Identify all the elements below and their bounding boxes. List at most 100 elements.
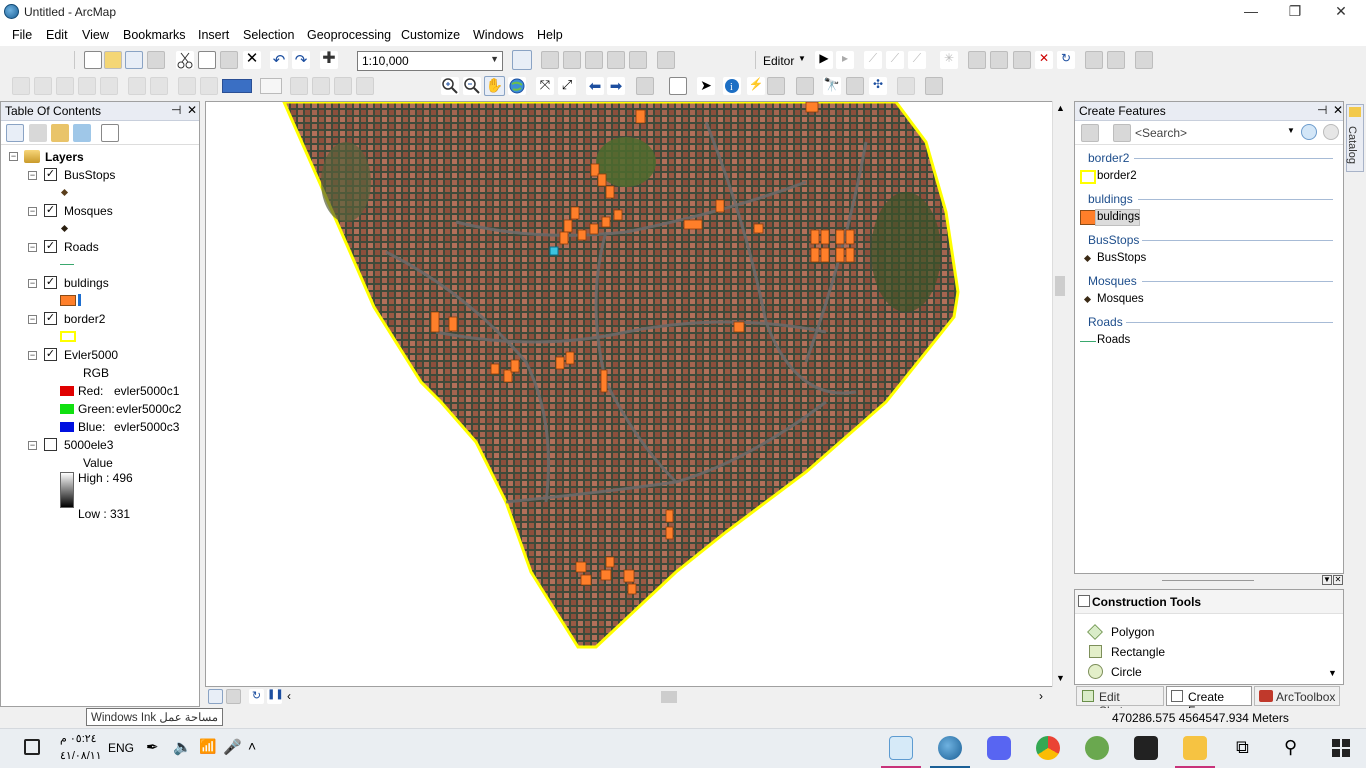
toc-layer-busstops[interactable]: BusStops — [64, 168, 115, 182]
border2-collapse-icon[interactable]: − — [28, 315, 37, 324]
scroll-down-icon[interactable]: ▼ — [1328, 668, 1337, 678]
endpoint-arc-icon[interactable]: ⟋ — [886, 51, 904, 69]
select-elements-arrow-icon[interactable]: ➤ — [697, 77, 715, 95]
straight-segment-icon[interactable]: ⟋ — [864, 51, 882, 69]
menu-bookmarks[interactable]: Bookmarks — [123, 28, 186, 42]
pin-icon[interactable]: ⊣ — [171, 103, 181, 117]
rotate-tool-icon[interactable]: ↻ — [1057, 51, 1075, 69]
toc-root-layers[interactable]: Layers — [45, 150, 84, 164]
scroll-down-icon[interactable]: ▼ — [1056, 673, 1065, 683]
5000ele3-visibility-checkbox[interactable] — [44, 438, 57, 451]
menu-edit[interactable]: Edit — [46, 28, 68, 42]
template-buldings[interactable]: buldings — [1097, 211, 1140, 223]
buldings-visibility-checkbox[interactable]: ✓ — [44, 276, 57, 289]
menu-selection[interactable]: Selection — [243, 28, 294, 42]
full-extent-globe-icon[interactable] — [508, 77, 526, 95]
fixed-zoom-out-icon[interactable]: ⤢ — [558, 77, 576, 95]
collapse-down-icon[interactable]: ▼ — [1322, 575, 1332, 585]
georef-icon-4[interactable] — [78, 77, 96, 95]
template-border2[interactable]: border2 — [1097, 170, 1137, 182]
layer-select[interactable] — [260, 78, 282, 94]
toc-layer-border2[interactable]: border2 — [64, 312, 105, 326]
map-scale-select[interactable]: 1:10,000 ▼ — [357, 51, 503, 71]
layout-view-icon[interactable] — [226, 689, 241, 704]
fixed-zoom-in-icon[interactable]: ⤧ — [536, 77, 554, 95]
close-panel-icon[interactable]: ✕ — [1333, 103, 1343, 117]
pause-drawing-icon[interactable]: ❚❚ — [267, 689, 284, 704]
data-view-icon[interactable] — [208, 689, 223, 704]
goto-xy-icon[interactable]: ✣ — [869, 77, 887, 95]
select-features-icon[interactable] — [636, 77, 654, 95]
georef-icon-6[interactable] — [128, 77, 146, 95]
chrome-icon[interactable] — [1036, 736, 1060, 760]
border2-visibility-checkbox[interactable]: ✓ — [44, 312, 57, 325]
epic-games-icon[interactable] — [1134, 736, 1158, 760]
find-binoculars-icon[interactable]: 🔭 — [823, 77, 841, 95]
tab-edit-sketch[interactable]: Edit Sketc... — [1076, 686, 1164, 718]
layout-icon-1[interactable] — [290, 77, 308, 95]
tab-create-features[interactable]: Create Fe... — [1166, 686, 1252, 718]
georef-icon-8[interactable] — [178, 77, 196, 95]
toc-layer-buldings[interactable]: buldings — [64, 276, 109, 290]
buldings-collapse-icon[interactable]: − — [28, 279, 37, 288]
map-canvas[interactable] — [206, 102, 1067, 687]
panel-splitter[interactable]: ▼ ✕ — [1074, 574, 1344, 588]
georef-icon-1[interactable] — [12, 77, 30, 95]
time-slider-icon[interactable] — [897, 77, 915, 95]
windows-ink-icon[interactable]: ✒ — [146, 738, 159, 756]
map-display[interactable] — [205, 101, 1067, 687]
busstops-visibility-checkbox[interactable]: ✓ — [44, 168, 57, 181]
clear-search-icon[interactable] — [1323, 124, 1339, 140]
catalog-side-tab[interactable]: Catalog — [1346, 104, 1364, 172]
viewer-window-icon[interactable] — [925, 77, 943, 95]
tool-circle[interactable]: Circle — [1111, 665, 1142, 679]
hyperlink-icon[interactable]: ⚡ — [747, 77, 765, 95]
editor-dropdown-icon[interactable]: ▼ — [798, 54, 806, 63]
point-icon[interactable]: ✳ — [940, 51, 958, 69]
go-forward-icon[interactable]: ➡ — [607, 77, 625, 95]
model-builder-icon[interactable] — [657, 51, 675, 69]
attributes-icon[interactable] — [1085, 51, 1103, 69]
redo-icon[interactable]: ↷ — [292, 51, 310, 69]
discord-icon[interactable] — [987, 736, 1011, 760]
georef-icon-9[interactable] — [200, 77, 218, 95]
cut-icon[interactable] — [176, 51, 194, 69]
trace-icon[interactable]: ⟋ — [908, 51, 926, 69]
template-roads[interactable]: Roads — [1097, 334, 1130, 346]
paste-icon[interactable] — [220, 51, 238, 69]
toc-layer-5000ele3[interactable]: 5000ele3 — [64, 438, 113, 452]
template-mosques[interactable]: Mosques — [1097, 293, 1144, 305]
save-icon[interactable] — [125, 51, 143, 69]
layer-color-swatch[interactable] — [222, 79, 252, 93]
pan-hand-icon[interactable]: ✋ — [484, 76, 505, 96]
print-icon[interactable] — [147, 51, 165, 69]
mosques-collapse-icon[interactable]: − — [28, 207, 37, 216]
sketch-properties-icon[interactable] — [1107, 51, 1125, 69]
windows-start-icon[interactable] — [1332, 739, 1350, 757]
file-explorer-icon[interactable] — [1183, 736, 1207, 760]
close-window-button[interactable]: ✕ — [1318, 0, 1364, 24]
georef-icon-5[interactable] — [100, 77, 118, 95]
microphone-icon[interactable]: 🎤 — [223, 738, 242, 756]
layout-icon-3[interactable] — [334, 77, 352, 95]
edit-tool-icon[interactable]: ▶ — [815, 51, 833, 69]
close-tools-icon[interactable]: ✕ — [1333, 575, 1343, 585]
add-data-icon[interactable]: ✚ — [320, 51, 338, 69]
edit-vertices-icon[interactable] — [968, 51, 986, 69]
horizontal-scroll-thumb[interactable] — [661, 691, 677, 703]
measure-icon[interactable] — [796, 77, 814, 95]
toc-options-icon[interactable] — [101, 124, 119, 142]
chevron-down-icon[interactable]: ▼ — [1287, 126, 1295, 135]
delete-icon[interactable]: ✕ — [243, 51, 261, 69]
find-route-icon[interactable] — [846, 77, 864, 95]
go-back-icon[interactable]: ⬅ — [586, 77, 604, 95]
template-search-input[interactable]: <Search> — [1135, 124, 1295, 142]
wifi-icon[interactable]: 📶 — [199, 738, 216, 755]
evler5000-visibility-checkbox[interactable]: ✓ — [44, 348, 57, 361]
open-folder-icon[interactable] — [104, 51, 122, 69]
search-window-icon[interactable] — [585, 51, 603, 69]
show-hidden-icons-chevron-icon[interactable]: ˄ — [248, 738, 256, 754]
organize-templates-icon[interactable] — [1081, 124, 1099, 142]
taskbar-time[interactable]: ٠٥:٢٤ م — [60, 732, 97, 745]
copy-icon[interactable] — [198, 51, 216, 69]
